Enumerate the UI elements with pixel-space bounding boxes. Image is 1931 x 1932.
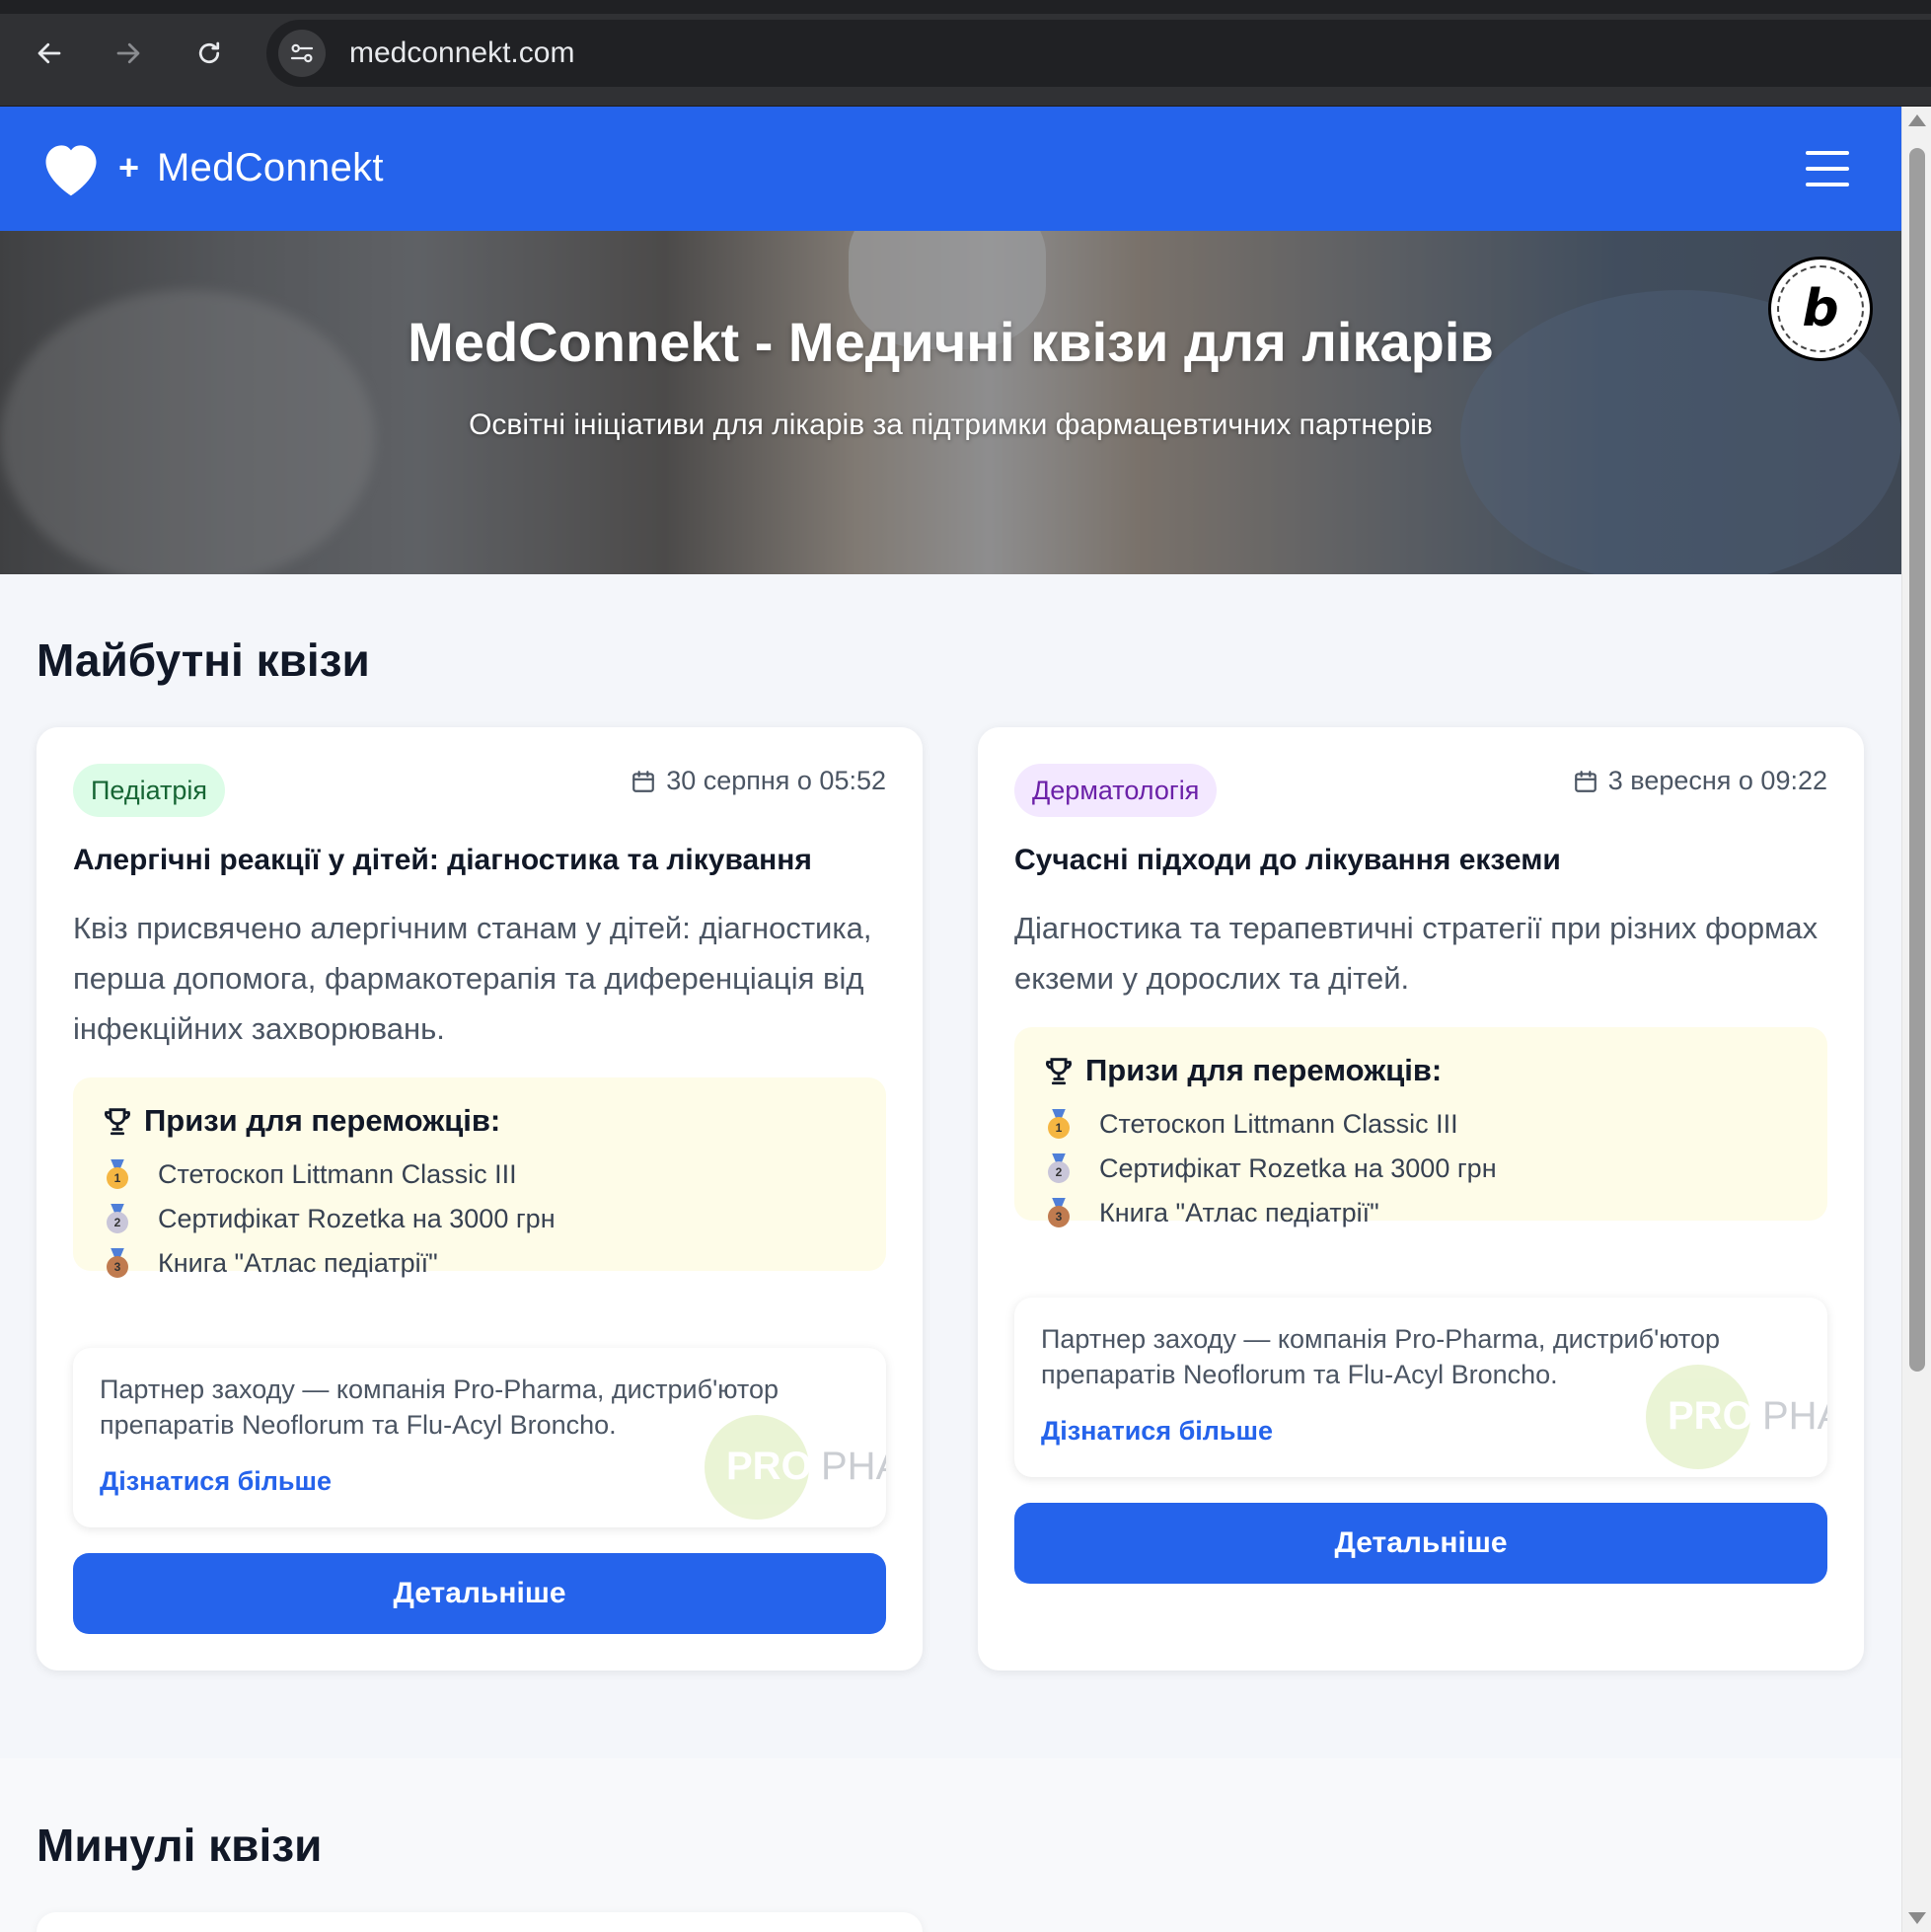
hero-banner: MedConnekt - Медичні квізи для лікарів О… <box>0 231 1901 574</box>
quiz-date-text: 30 серпня о 05:52 <box>666 766 886 795</box>
partner-text: Партнер заходу — компанія Pro-Pharma, ди… <box>1041 1324 1721 1389</box>
upcoming-section-title: Майбутні квізи <box>37 634 370 686</box>
prizes-box: Призи для переможців: 1 Стетоскоп Littma… <box>73 1077 886 1278</box>
learn-more-link[interactable]: Дізнатися більше <box>100 1466 332 1497</box>
prize-item: 3 Книга "Атлас педіатрії" <box>1042 1191 1800 1235</box>
brand-name: MedConnekt <box>157 145 384 189</box>
hero-overlay <box>0 231 1901 574</box>
silver-medal-icon: 2 <box>1046 1152 1072 1185</box>
scroll-up-arrow-icon[interactable] <box>1908 114 1926 126</box>
prize-item: 1 Стетоскоп Littmann Classic III <box>1042 1102 1800 1147</box>
category-badge: Педіатрія <box>73 764 226 817</box>
tab-strip <box>0 0 1931 14</box>
details-button[interactable]: Детальніше <box>73 1553 886 1634</box>
past-section-title: Минулі квізи <box>37 1820 323 1871</box>
gold-medal-icon: 1 <box>1046 1108 1072 1141</box>
gold-medal-icon: 1 <box>105 1158 130 1191</box>
quiz-card <box>37 1912 923 1932</box>
details-button[interactable]: Детальніше <box>1014 1503 1827 1584</box>
partner-text: Партнер заходу — компанія Pro-Pharma, ди… <box>100 1375 780 1440</box>
browser-toolbar: medconnekt.com <box>0 0 1931 107</box>
quiz-title: Сучасні підходи до лікування екземи <box>1014 844 1561 876</box>
address-bar[interactable]: medconnekt.com <box>266 20 1931 87</box>
menu-line <box>1806 151 1849 155</box>
hero-title: MedConnekt - Медичні квізи для лікарів <box>408 311 1494 373</box>
quiz-title: Алергічні реакції у дітей: діагностика т… <box>73 844 812 876</box>
prize-item: 3 Книга "Атлас педіатрії" <box>101 1241 858 1286</box>
prize-label: Стетоскоп Littmann Classic III <box>158 1159 517 1189</box>
site-header: + MedConnekt <box>0 107 1901 231</box>
partner-box: PRO PHA Партнер заходу — компанія Pro-Ph… <box>1014 1298 1827 1477</box>
arrow-left-icon <box>37 42 61 64</box>
calendar-icon <box>632 770 655 792</box>
url-text[interactable]: medconnekt.com <box>349 37 574 70</box>
heart-icon <box>45 145 97 196</box>
prize-label: Книга "Атлас педіатрії" <box>158 1248 438 1278</box>
calendar-icon <box>1574 770 1597 792</box>
reload-icon <box>198 41 220 64</box>
prizes-heading: Призи для переможців: <box>1042 1053 1800 1088</box>
prize-item: 2 Сертифікат Rozetka на 3000 грн <box>1042 1147 1800 1191</box>
menu-line <box>1806 183 1849 186</box>
prize-label: Сертифікат Rozetka на 3000 грн <box>158 1204 556 1233</box>
bronze-medal-icon: 3 <box>105 1247 130 1280</box>
quiz-date-text: 3 вересня о 09:22 <box>1607 766 1827 795</box>
scroll-down-arrow-icon[interactable] <box>1908 1912 1926 1924</box>
silver-medal-icon: 2 <box>105 1203 130 1235</box>
quiz-date: 30 серпня о 05:52 <box>631 766 886 796</box>
trophy-icon <box>105 1108 130 1136</box>
badge-ring <box>1777 265 1864 352</box>
partner-box: PRO PHA Партнер заходу — компанія Pro-Ph… <box>73 1348 886 1527</box>
prizes-title: Призи для переможців: <box>144 1103 501 1138</box>
prizes-heading: Призи для переможців: <box>101 1103 858 1139</box>
plus-icon: + <box>118 147 140 187</box>
quiz-date: 3 вересня о 09:22 <box>1573 766 1827 796</box>
hamburger-menu-button[interactable] <box>1806 151 1849 186</box>
forward-button[interactable] <box>109 34 148 73</box>
hero-subtitle: Освітні ініціативи для лікарів за підтри… <box>469 409 1433 441</box>
quiz-card: Дерматологія 3 вересня о 09:22 Сучасні п… <box>978 727 1864 1671</box>
category-badge: Дерматологія <box>1014 764 1218 817</box>
bolt-badge[interactable]: b <box>1768 257 1873 361</box>
prizes-box: Призи для переможців: 1 Стетоскоп Littma… <box>1014 1027 1827 1227</box>
back-button[interactable] <box>30 34 69 73</box>
prize-label: Стетоскоп Littmann Classic III <box>1099 1109 1458 1139</box>
prize-label: Сертифікат Rozetka на 3000 грн <box>1099 1153 1497 1183</box>
page-scrollbar[interactable] <box>1901 107 1931 1932</box>
tune-icon <box>290 43 314 63</box>
prize-item: 2 Сертифікат Rozetka на 3000 грн <box>101 1197 858 1241</box>
menu-line <box>1806 167 1849 171</box>
learn-more-link[interactable]: Дізнатися більше <box>1041 1416 1273 1447</box>
arrow-right-icon <box>116 42 140 64</box>
reload-button[interactable] <box>189 34 229 73</box>
prizes-title: Призи для переможців: <box>1085 1053 1443 1087</box>
scrollbar-thumb[interactable] <box>1909 148 1925 1372</box>
brand-logo[interactable]: + MedConnekt <box>37 136 384 199</box>
bronze-medal-icon: 3 <box>1046 1197 1072 1229</box>
site-info-button[interactable] <box>278 30 326 77</box>
quiz-description: Квіз присвячено алергічним станам у діте… <box>73 911 872 1046</box>
quiz-description: Діагностика та терапевтичні стратегії пр… <box>1014 911 1819 996</box>
trophy-icon <box>1046 1058 1072 1085</box>
quiz-card: Педіатрія 30 серпня о 05:52 Алергічні ре… <box>37 727 923 1671</box>
prize-label: Книга "Атлас педіатрії" <box>1099 1198 1379 1227</box>
prize-item: 1 Стетоскоп Littmann Classic III <box>101 1152 858 1197</box>
